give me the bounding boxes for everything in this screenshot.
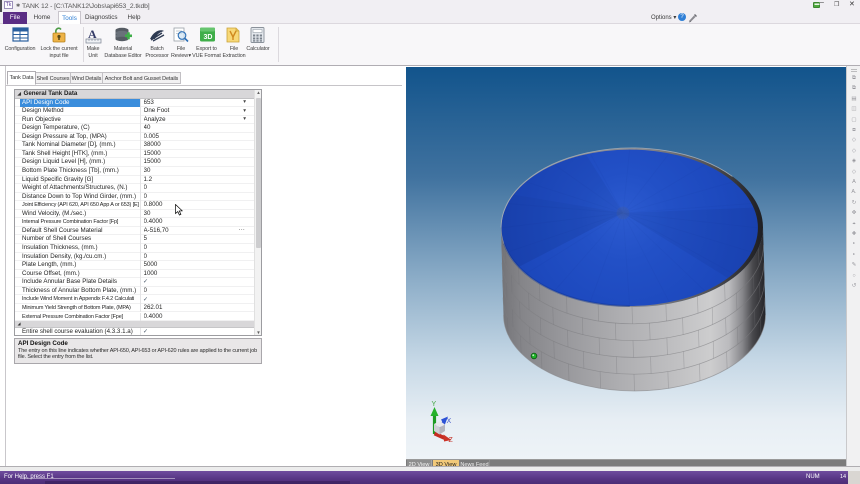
svg-text:Z: Z [449,437,454,444]
svg-text:Y: Y [432,401,437,408]
svg-text:X: X [447,418,452,425]
svg-text:3D: 3D [204,34,213,41]
